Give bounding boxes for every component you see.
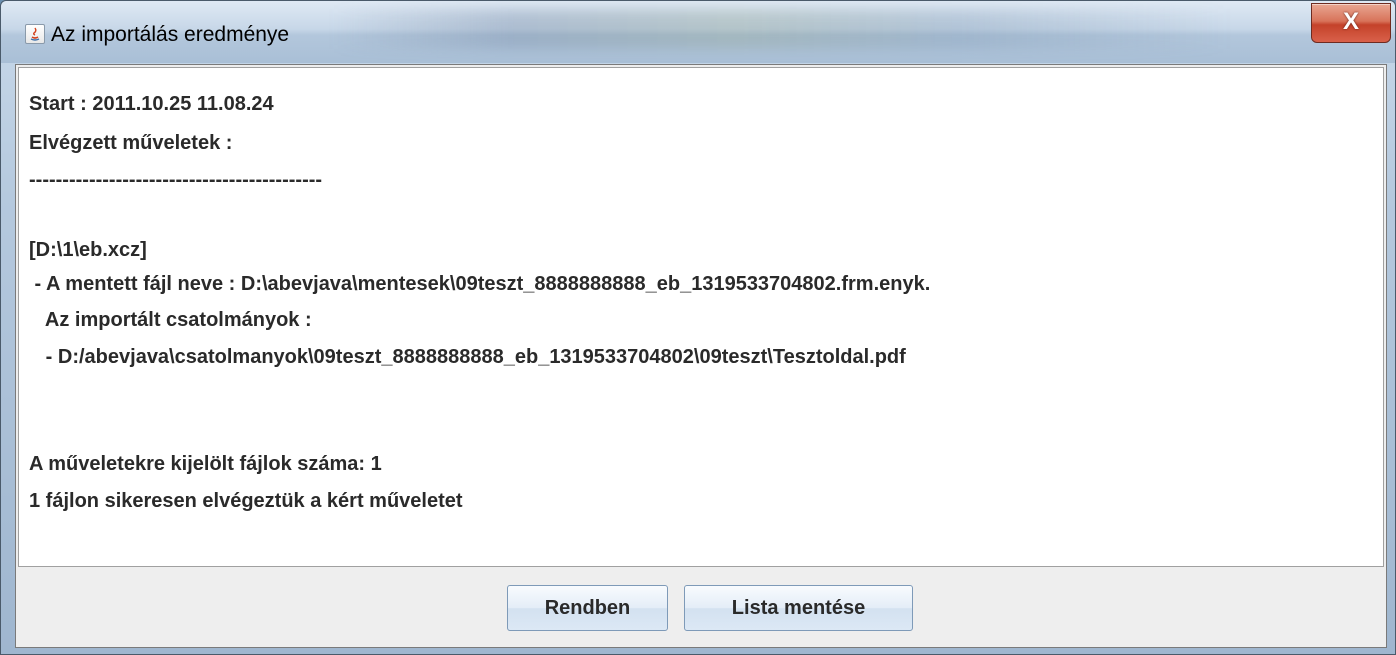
- log-line: Elvégzett műveletek :: [29, 132, 233, 154]
- close-button[interactable]: X: [1311, 3, 1391, 43]
- log-line: - A mentett fájl neve : D:\abevjava\ment…: [29, 273, 931, 295]
- log-line: Start : 2011.10.25 11.08.24: [29, 93, 274, 115]
- title-bar-background: [331, 9, 1231, 49]
- ok-button[interactable]: Rendben: [507, 585, 668, 631]
- dialog-window: Az importálás eredménye X Start : 2011.1…: [0, 0, 1396, 655]
- title-bar[interactable]: Az importálás eredménye X: [1, 1, 1395, 63]
- log-line: A műveletekre kijelölt fájlok száma: 1: [29, 453, 382, 475]
- log-line: 1 fájlon sikeresen elvégeztük a kért műv…: [29, 490, 463, 512]
- log-line: Az importált csatolmányok :: [29, 309, 312, 331]
- result-log-textarea[interactable]: Start : 2011.10.25 11.08.24 Elvégzett mű…: [18, 67, 1384, 567]
- java-icon: [25, 24, 45, 44]
- log-line: - D:/abevjava\csatolmanyok\09teszt_88888…: [29, 346, 906, 368]
- close-icon: X: [1342, 8, 1359, 35]
- dialog-content: Start : 2011.10.25 11.08.24 Elvégzett mű…: [15, 64, 1387, 648]
- window-title: Az importálás eredménye: [51, 23, 290, 46]
- log-line: ----------------------------------------…: [29, 169, 323, 191]
- log-line: [D:\1\eb.xcz]: [29, 239, 147, 261]
- save-list-button[interactable]: Lista mentése: [684, 585, 913, 631]
